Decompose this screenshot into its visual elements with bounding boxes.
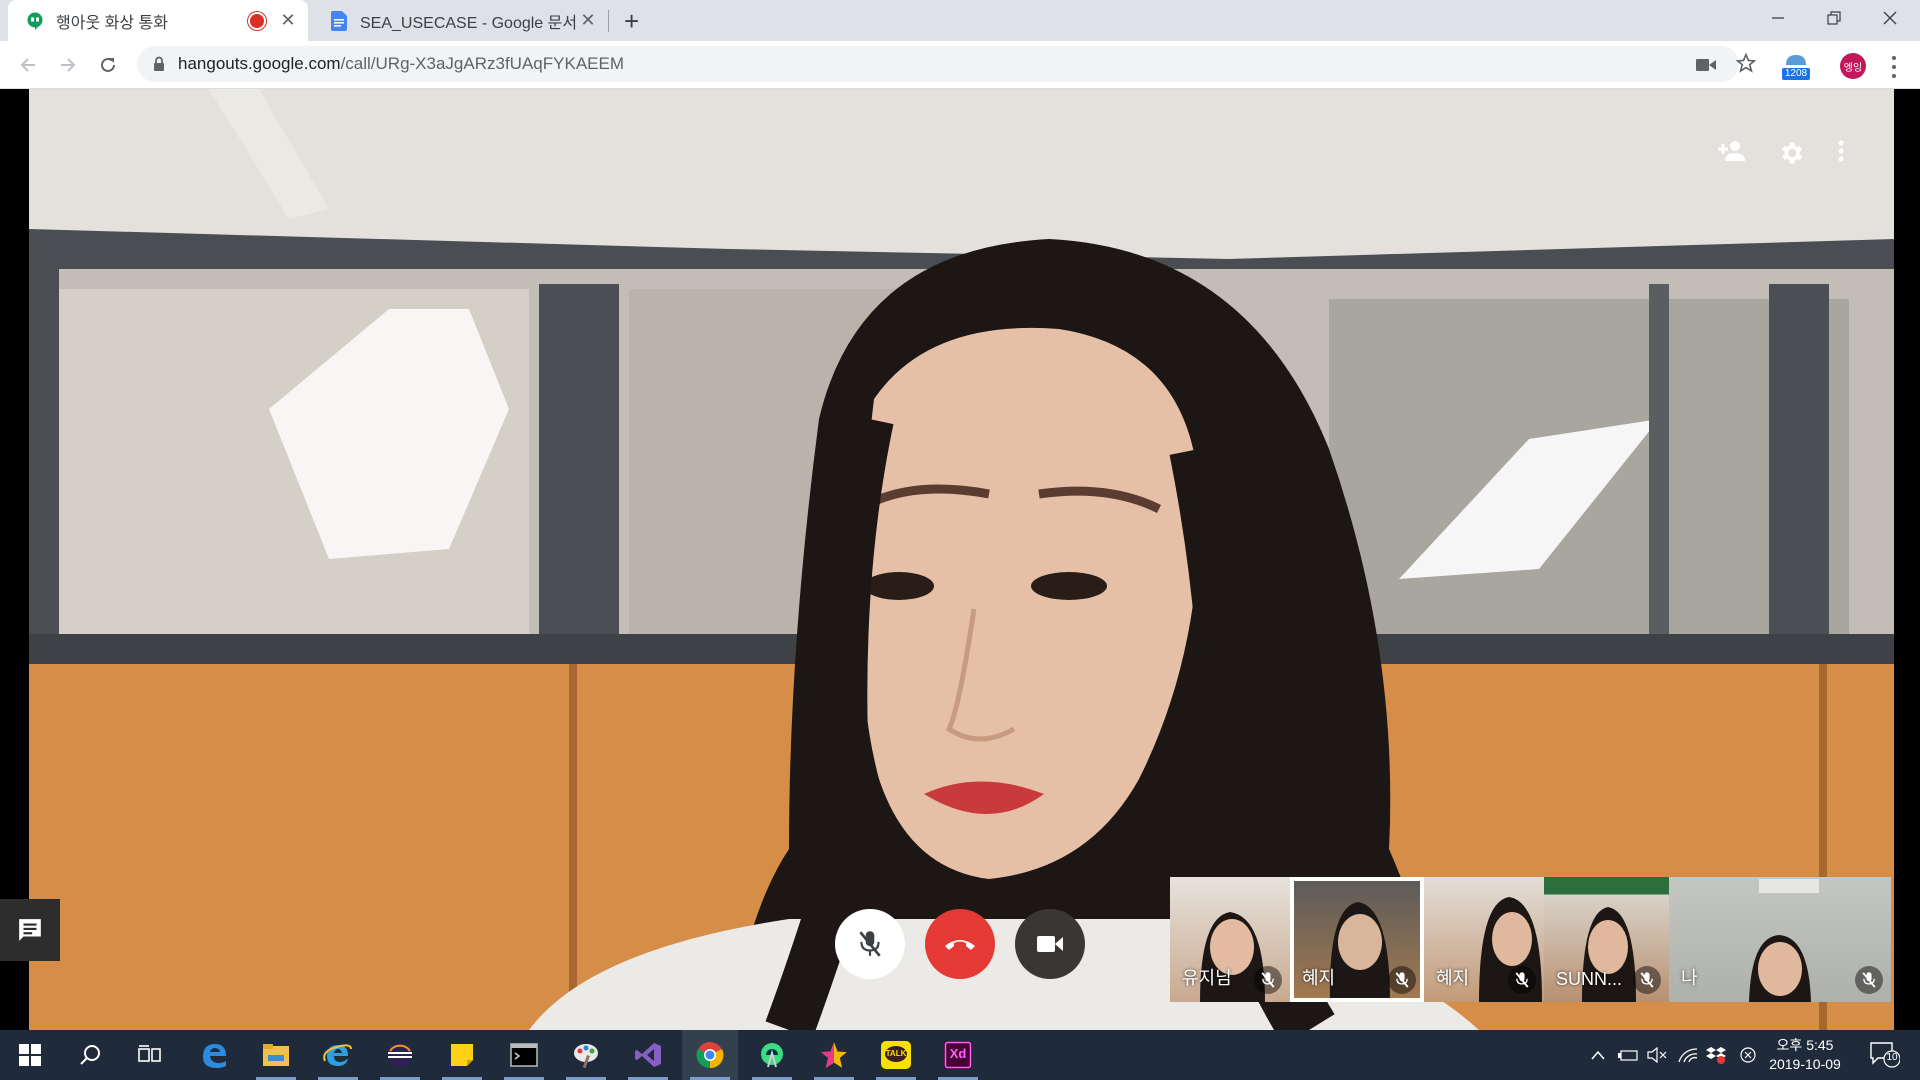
participant-strip: 유지님 혜지 혜지 SUNN... 나 [1170,877,1895,1002]
battery-icon[interactable] [1616,1030,1640,1080]
extension-badge-count: 1208 [1784,68,1808,79]
chrome-menu-icon[interactable] [1888,54,1900,80]
camera-icon [1037,936,1063,952]
wifi-icon[interactable] [1676,1030,1700,1080]
kakaotalk-icon[interactable]: TALK [868,1030,924,1080]
tab-google-docs[interactable]: SEA_USECASE - Google 문서 ✕ [312,0,608,41]
back-icon[interactable] [14,51,42,79]
minimize-button[interactable] [1750,0,1806,36]
terminal-icon[interactable] [496,1030,552,1080]
url-text: hangouts.google.com/call/URg-X3aJgARz3fU… [178,54,624,74]
visual-studio-icon[interactable] [620,1030,676,1080]
new-tab-button[interactable]: + [624,6,639,37]
participant-name: 유지님 [1182,968,1232,988]
hang-up-icon [945,940,975,950]
adobe-xd-icon[interactable]: Xd [930,1030,986,1080]
recording-indicator-icon [248,11,266,30]
hangouts-icon [26,12,44,30]
start-icon[interactable] [2,1030,58,1080]
tab-strip: 행아웃 화상 통화 ✕ SEA_USECASE - Google 문서 ✕ + [0,0,1920,41]
camera-permission-icon[interactable] [1696,55,1716,75]
tab-separator [608,10,609,32]
android-studio-icon[interactable] [744,1030,800,1080]
sticky-notes-icon[interactable] [434,1030,490,1080]
participant-name: 나 [1681,968,1698,988]
participant-tile[interactable]: 유지님 [1170,877,1290,1002]
edge-icon[interactable] [186,1030,242,1080]
windows-taskbar: TALK Xd 오후 5:45 2019-10-09 10 [0,1030,1920,1080]
extension-icon[interactable]: 1208 [1780,53,1812,81]
tab-title: 행아웃 화상 통화 [56,14,168,32]
profile-avatar[interactable]: 엥잉 [1840,53,1866,79]
status-x-icon[interactable] [1736,1030,1760,1080]
close-window-button[interactable] [1862,0,1918,36]
settings-icon[interactable] [1777,139,1813,175]
participant-tile[interactable]: 혜지 [1424,877,1544,1002]
participant-name: 혜지 [1302,968,1336,988]
tab-hangouts[interactable]: 행아웃 화상 통화 ✕ [8,0,308,41]
star-app-icon[interactable] [806,1030,862,1080]
browser-toolbar: hangouts.google.com/call/URg-X3aJgARz3fU… [0,41,1920,89]
bookmark-star-icon[interactable] [1736,53,1756,73]
participant-tile[interactable]: 나 [1669,877,1891,1002]
muted-mic-icon [1508,966,1536,994]
adobe-xd-label: Xd [949,1046,967,1061]
url-path: /call/URg-X3aJgARz3fUAqFYKAEEM [340,54,624,73]
lock-icon [153,56,165,77]
mute-mic-button[interactable] [835,909,905,979]
url-host: hangouts.google.com [178,54,341,73]
task-view-icon[interactable] [122,1030,178,1080]
muted-mic-icon [1254,966,1282,994]
participant-tile[interactable]: SUNN... [1544,877,1669,1002]
forward-icon[interactable] [54,51,82,79]
system-clock[interactable]: 오후 5:45 2019-10-09 [1760,1036,1850,1074]
close-tab-icon[interactable]: ✕ [576,10,600,31]
paint-icon[interactable] [558,1030,614,1080]
muted-mic-icon [1633,966,1661,994]
more-vert-icon[interactable] [1837,139,1873,175]
file-explorer-icon[interactable] [248,1030,304,1080]
chat-button[interactable] [0,899,60,961]
chat-icon [19,919,41,941]
add-person-icon[interactable] [1717,139,1753,175]
restore-button[interactable] [1806,0,1862,36]
camera-toggle-button[interactable] [1015,909,1085,979]
call-stage: 유지님 혜지 혜지 SUNN... 나 [0,89,1920,1030]
participant-name: SUNN... [1556,969,1623,989]
address-bar[interactable]: hangouts.google.com/call/URg-X3aJgARz3fU… [137,46,1739,82]
volume-muted-icon[interactable] [1646,1030,1670,1080]
google-docs-icon [330,10,348,31]
eclipse-icon[interactable] [372,1030,428,1080]
kakaotalk-label: TALK [885,1049,907,1058]
participant-tile[interactable]: 혜지 [1290,877,1424,1002]
close-tab-icon[interactable]: ✕ [276,10,300,31]
tray-chevron-icon[interactable] [1586,1030,1610,1080]
clock-time: 오후 5:45 [1776,1037,1834,1053]
notification-center-icon[interactable]: 10 [1870,1042,1901,1073]
internet-explorer-icon[interactable] [310,1030,366,1080]
search-icon[interactable] [62,1030,118,1080]
mic-off-icon [859,931,881,957]
muted-mic-icon [1388,966,1416,994]
participant-name: 혜지 [1436,968,1470,988]
hang-up-button[interactable] [925,909,995,979]
muted-mic-icon [1855,966,1883,994]
dropbox-icon[interactable] [1704,1030,1728,1080]
tab-title: SEA_USECASE - Google 문서 [360,14,576,32]
chrome-icon[interactable] [682,1030,738,1080]
clock-date: 2019-10-09 [1769,1056,1841,1072]
notification-count: 10 [1886,1052,1898,1063]
reload-icon[interactable] [94,51,122,79]
